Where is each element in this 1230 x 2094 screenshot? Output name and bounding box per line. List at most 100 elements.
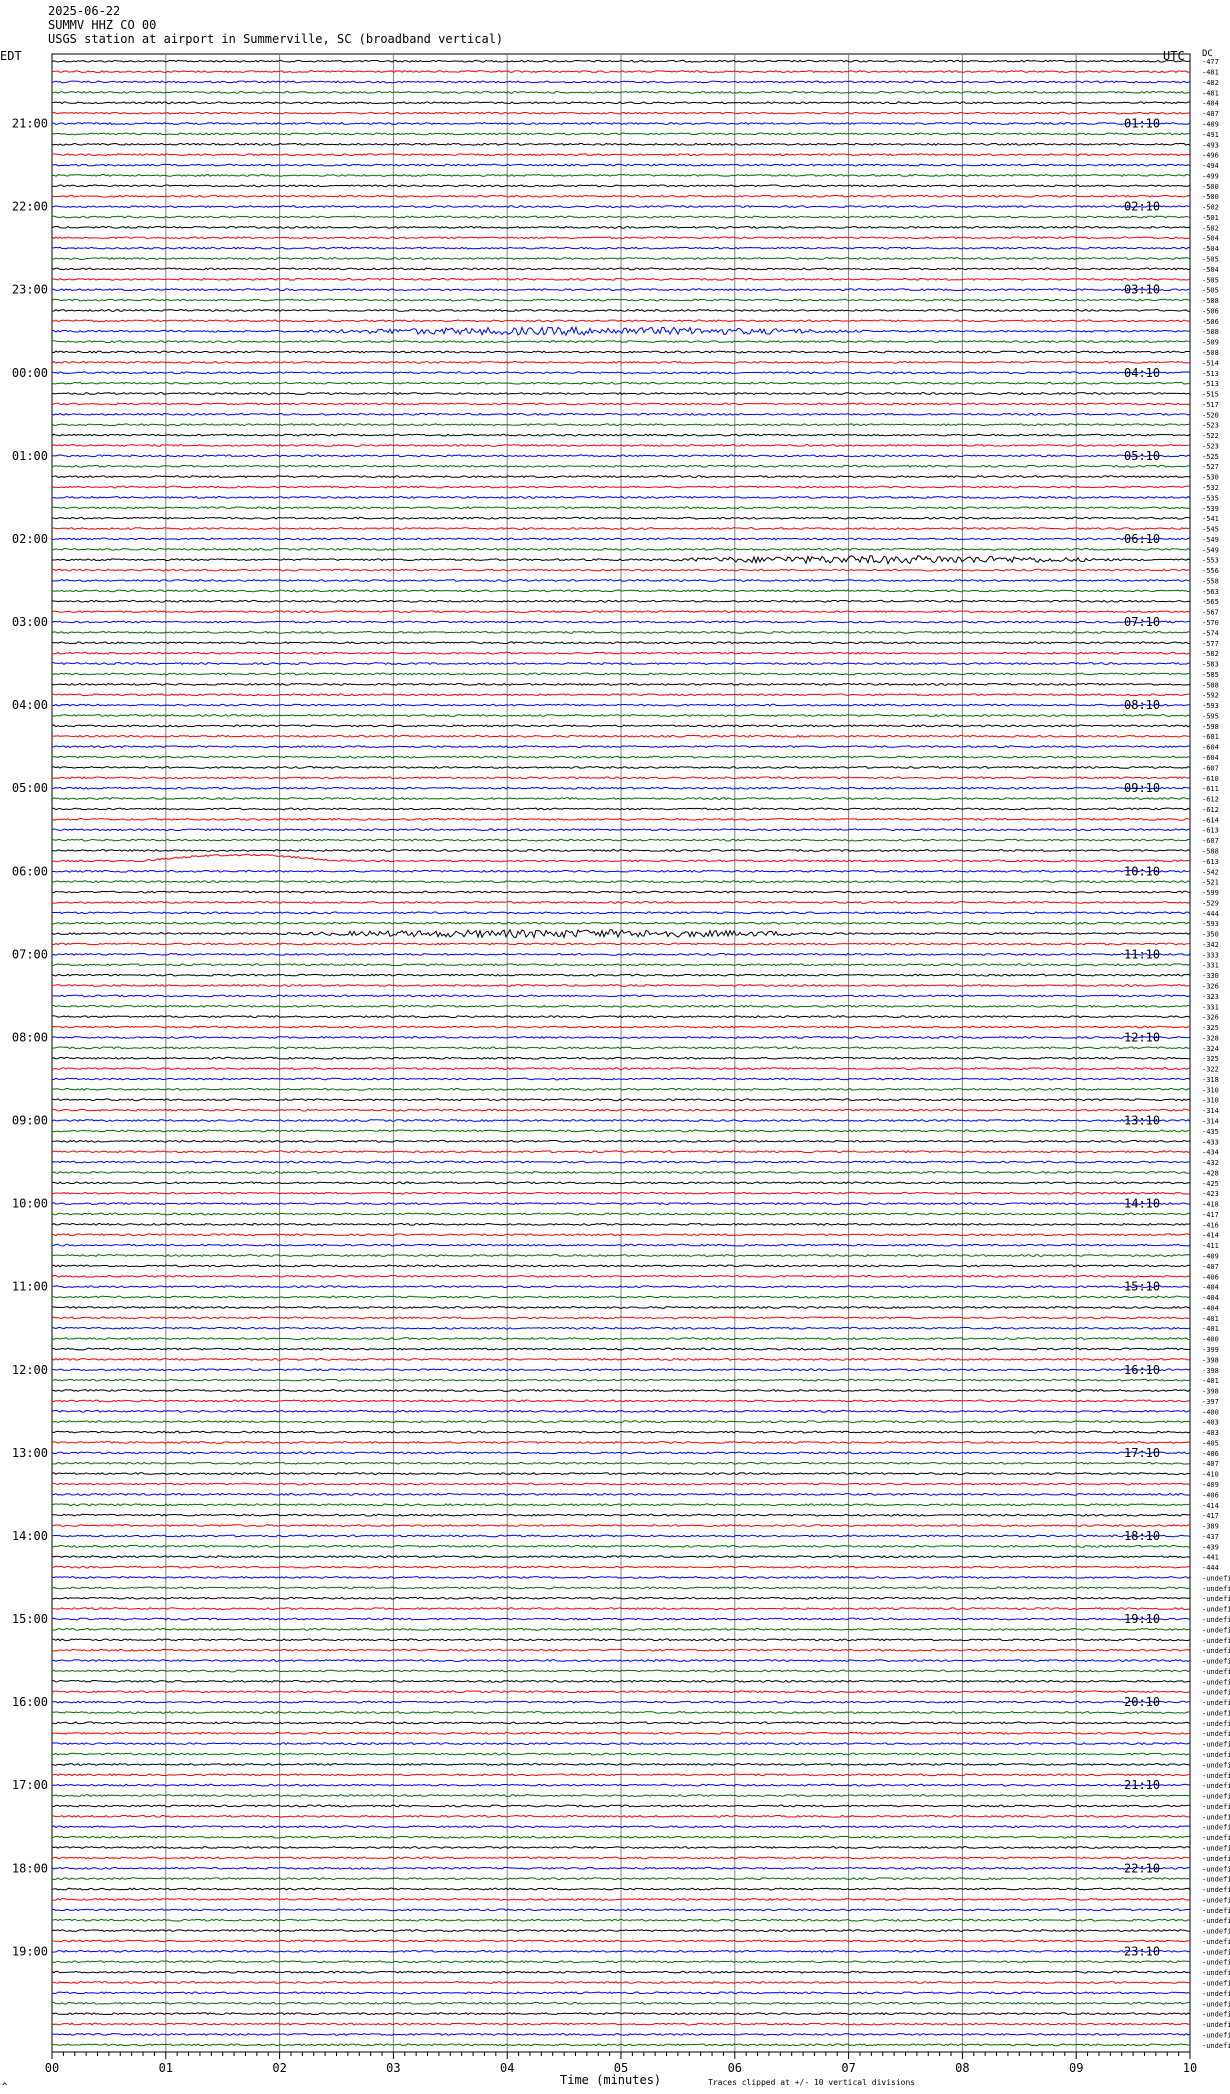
dc-offset-value: -undefined [1202,1616,1230,1624]
dc-offset-value: -undefined [1202,1637,1230,1645]
dc-offset-value: -undefined [1202,1824,1230,1832]
dc-offset-value: -530 [1202,474,1219,482]
dc-offset-value: -523 [1202,443,1219,451]
dc-offset-value: -undefined [1202,1948,1230,1956]
dc-offset-value: -553 [1202,557,1219,565]
dc-offset-value: -508 [1202,328,1219,336]
dc-offset-value: -607 [1202,764,1219,772]
dc-offset-value: -undefined [1202,1699,1230,1707]
dc-offset-value: -595 [1202,713,1219,721]
dc-offset-value: -563 [1202,588,1219,596]
dc-offset-value: -509 [1202,339,1219,347]
dc-offset-value: -325 [1202,1055,1219,1063]
dc-offset-value: -undefined [1202,2021,1230,2029]
dc-offset-value: -502 [1202,224,1219,232]
dc-offset-value: -439 [1202,1543,1219,1551]
utc-hour-label: 23:10 [1124,1944,1160,1958]
dc-offset-value: -481 [1202,69,1219,77]
utc-hour-label: 05:10 [1124,449,1160,463]
x-tick-label: 03 [386,2061,400,2075]
dc-offset-value: -423 [1202,1190,1219,1198]
dc-offset-value: -570 [1202,619,1219,627]
dc-offset-value: -545 [1202,526,1219,534]
dc-offset-value: -undefined [1202,1647,1230,1655]
dc-offset-value: -477 [1202,58,1219,66]
dc-offset-value: -517 [1202,401,1219,409]
dc-offset-value: -522 [1202,432,1219,440]
dc-offset-value: -612 [1202,806,1219,814]
dc-offset-value: -418 [1202,1201,1219,1209]
dc-offset-value: -549 [1202,536,1219,544]
edt-hour-label: 12:00 [12,1363,48,1377]
dc-offset-value: -331 [1202,1003,1219,1011]
dc-offset-value: -435 [1202,1128,1219,1136]
dc-offset-value: -414 [1202,1502,1219,1510]
utc-hour-label: 22:10 [1124,1861,1160,1875]
dc-offset-value: -406 [1202,1273,1219,1281]
dc-offset-value: -407 [1202,1263,1219,1271]
trace-row-92 [51,1015,1191,1019]
edt-hour-label: 22:00 [12,200,48,214]
dc-offset-value: -406 [1202,1491,1219,1499]
dc-offset-value: -612 [1202,796,1219,804]
dc-offset-value: -undefined [1202,1907,1230,1915]
dc-offset-value: -undefined [1202,1730,1230,1738]
dc-offset-value: -539 [1202,505,1219,513]
edt-hour-label: 09:00 [12,1114,48,1128]
dc-offset-value: -398 [1202,1388,1219,1396]
utc-hour-label: 11:10 [1124,947,1160,961]
dc-offset-value: -598 [1202,723,1219,731]
dc-offset-value: -400 [1202,1408,1219,1416]
dc-offset-value: -401 [1202,1325,1219,1333]
dc-offset-value: -undefined [1202,2042,1230,2050]
dc-offset-value: -508 [1202,349,1219,357]
dc-offset-value: -310 [1202,1086,1219,1094]
dc-offset-value: -undefined [1202,1741,1230,1749]
dc-offset-value: -403 [1202,1419,1219,1427]
dc-offset-value: -404 [1202,1284,1219,1292]
utc-hour-label: 01:10 [1124,117,1160,131]
dc-offset-value: -400 [1202,1336,1219,1344]
utc-hour-label: 04:10 [1124,366,1160,380]
dc-offset-value: -undefined [1202,1772,1230,1780]
edt-hour-label: 17:00 [12,1778,48,1792]
dc-offset-value: -437 [1202,1533,1219,1541]
dc-offset-value: -398 [1202,1356,1219,1364]
dc-offset-value: -undefined [1202,1813,1230,1821]
edt-hour-label: 07:00 [12,947,48,961]
dc-offset-value: -611 [1202,785,1219,793]
utc-hour-label: 18:10 [1124,1529,1160,1543]
dc-offset-value: -515 [1202,391,1219,399]
edt-hour-label: 05:00 [12,781,48,795]
dc-offset-value: -504 [1202,245,1219,253]
dc-offset-value: -322 [1202,1066,1219,1074]
dc-offset-value: -undefined [1202,1606,1230,1614]
utc-hour-label: 06:10 [1124,532,1160,546]
dc-offset-value: -502 [1202,204,1219,212]
dc-offset-value: -532 [1202,484,1219,492]
dc-offset-value: -undefined [1202,1782,1230,1790]
dc-offset-value: -409 [1202,1253,1219,1261]
edt-hour-label: 18:00 [12,1861,48,1875]
dc-offset-value: -410 [1202,1471,1219,1479]
dc-offset-value: -undefined [1202,1803,1230,1811]
dc-offset-value: -401 [1202,1377,1219,1385]
helicorder-plot: -477 -481 -482 -481 -484 -487 -489 -491 -493 -496… [12,53,1230,2075]
edt-hour-label: 21:00 [12,117,48,131]
dc-offset-value: -604 [1202,754,1219,762]
dc-offset-value: -310 [1202,1097,1219,1105]
dc-offset-value: -undefined [1202,1834,1230,1842]
dc-offset-value: -489 [1202,121,1219,129]
dc-offset-value: -undefined [1202,1845,1230,1853]
x-tick-label: 09 [1069,2061,1083,2075]
dc-offset-value: -585 [1202,671,1219,679]
utc-hour-label: 20:10 [1124,1695,1160,1709]
dc-offset-value: -undefined [1202,1585,1230,1593]
dc-offset-value: -513 [1202,370,1219,378]
x-tick-label: 04 [500,2061,514,2075]
dc-offset-value: -undefined [1202,2031,1230,2039]
edt-hour-label: 23:00 [12,283,48,297]
dc-offset-value: -undefined [1202,1969,1230,1977]
dc-offset-value: -508 [1202,297,1219,305]
dc-offset-value: -613 [1202,858,1219,866]
